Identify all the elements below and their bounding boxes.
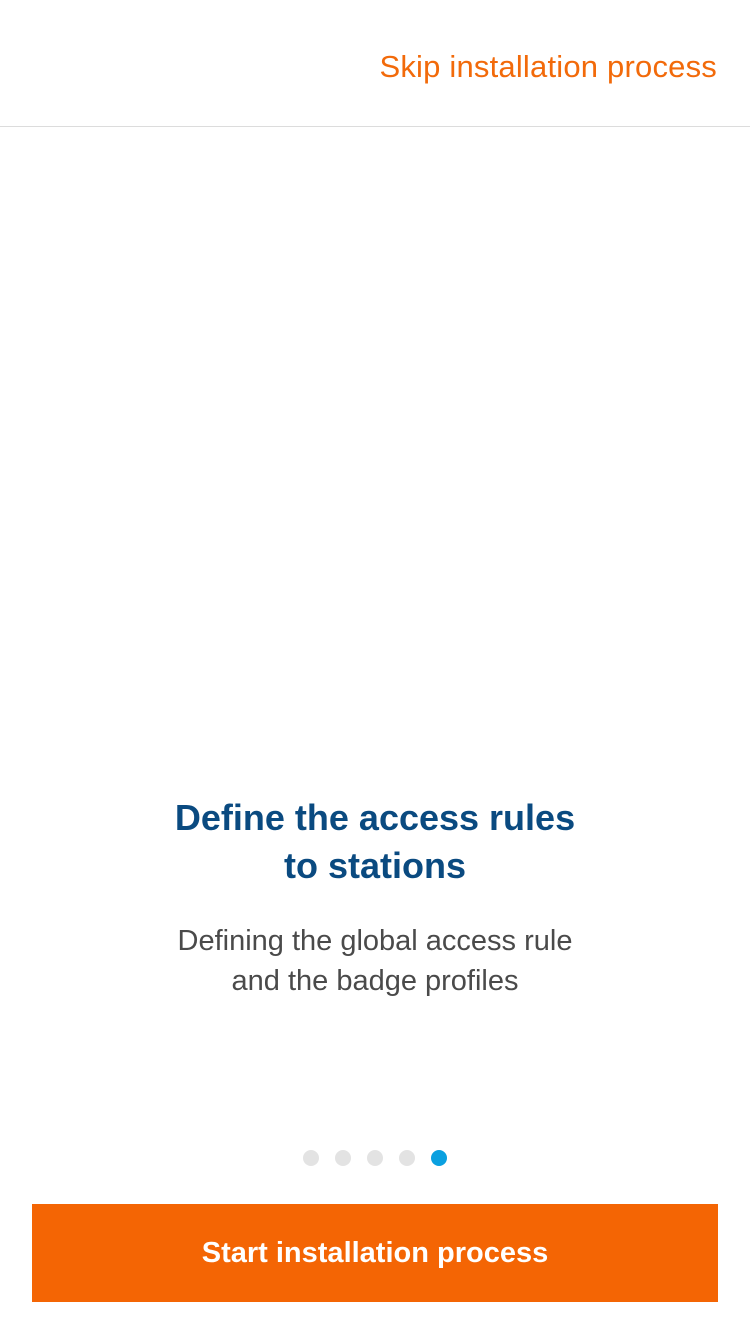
- start-installation-button[interactable]: Start installation process: [32, 1204, 718, 1302]
- slide-title: Define the access rules to stations: [0, 794, 750, 890]
- top-bar: Skip installation process: [0, 0, 750, 127]
- slide-illustration-area: [0, 128, 750, 768]
- slide-subtitle-line-2: and the badge profiles: [231, 965, 519, 997]
- onboarding-screen: Skip installation process Define the acc…: [0, 0, 750, 1334]
- slide-title-line-1: Define the access rules: [174, 797, 576, 838]
- page-dot-2[interactable]: [335, 1150, 351, 1166]
- slide-title-line-2: to stations: [283, 845, 466, 886]
- page-indicator: [0, 1150, 750, 1166]
- page-dot-1[interactable]: [303, 1150, 319, 1166]
- slide-subtitle: Defining the global access rule and the …: [0, 921, 750, 1001]
- page-dot-4[interactable]: [399, 1150, 415, 1166]
- slide-subtitle-line-1: Defining the global access rule: [177, 925, 573, 957]
- page-dot-5[interactable]: [431, 1150, 447, 1166]
- skip-installation-link[interactable]: Skip installation process: [379, 46, 717, 88]
- page-dot-3[interactable]: [367, 1150, 383, 1166]
